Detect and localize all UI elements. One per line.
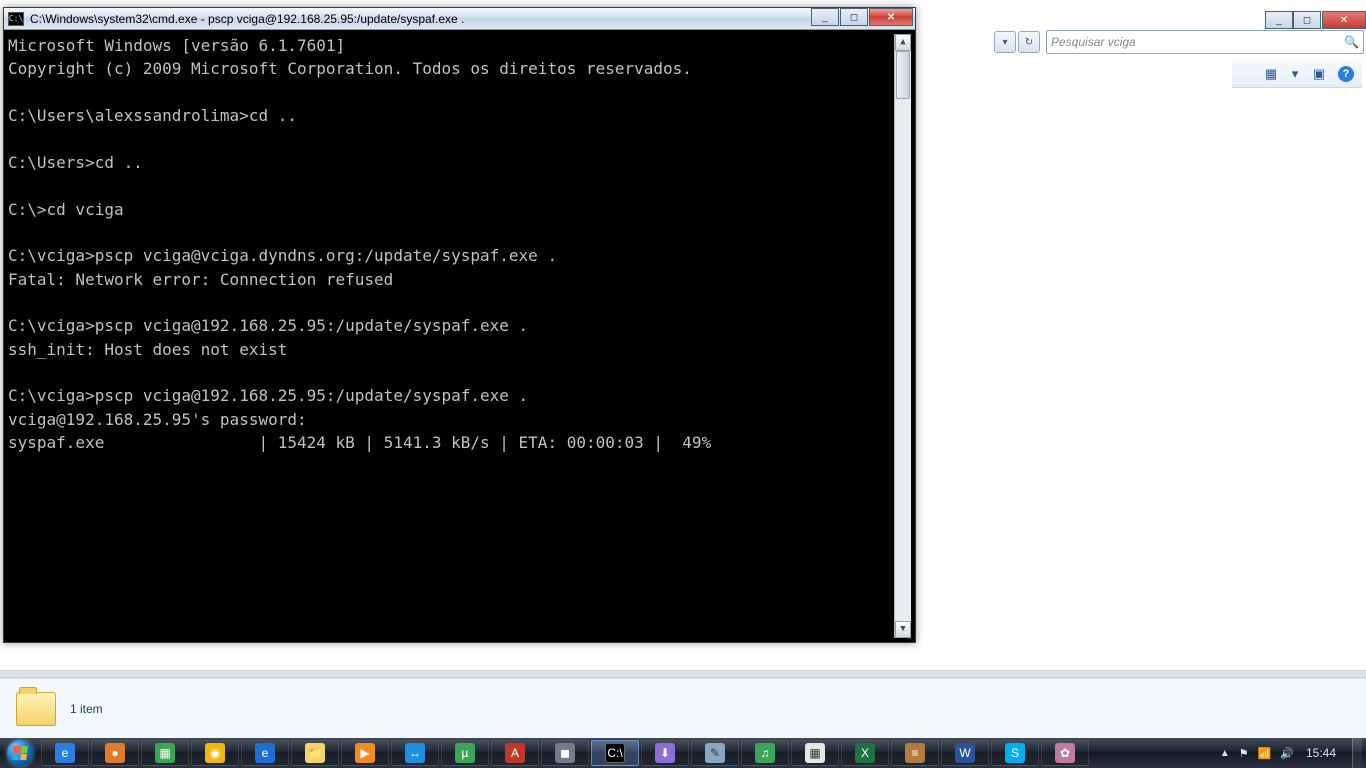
bg-close-button[interactable]: ✕: [1322, 11, 1366, 29]
cmd-client-area[interactable]: Microsoft Windows [versão 6.1.7601] Copy…: [4, 30, 915, 642]
sk-icon: S: [1005, 743, 1025, 763]
volume-icon[interactable]: 🔊: [1280, 747, 1294, 760]
explorer-address-toolbar: ▾ ↻ Pesquisar vciga 🔍: [994, 28, 1364, 56]
scrollbar-down-button[interactable]: ▼: [895, 621, 911, 638]
wmc-icon: ▦: [155, 743, 175, 763]
tray-overflow-button[interactable]: ▲: [1220, 748, 1230, 759]
taskbar-item-ie2[interactable]: e: [241, 740, 289, 766]
search-icon: 🔍: [1344, 35, 1359, 49]
taskbar-item-dl[interactable]: ⬇: [641, 740, 689, 766]
explorer-splitter-h[interactable]: [0, 670, 1366, 678]
help-icon[interactable]: ?: [1338, 66, 1354, 82]
bg-maximize-button[interactable]: ◻: [1293, 11, 1321, 29]
explorer-search-input[interactable]: Pesquisar vciga 🔍: [1046, 30, 1364, 54]
explorer-nav-dropdown[interactable]: ▾: [994, 31, 1016, 53]
wd-icon: W: [955, 743, 975, 763]
explorer-refresh-button[interactable]: ↻: [1018, 31, 1040, 53]
ns-icon: ♫: [755, 743, 775, 763]
folder-icon: [16, 692, 56, 726]
start-button[interactable]: [0, 738, 40, 768]
windows-logo-icon: [12, 746, 27, 760]
ie2-icon: e: [255, 743, 275, 763]
taskbar-item-fld[interactable]: 📁: [291, 740, 339, 766]
system-tray: ▲ ⚑ 📶 🔊 15:44: [1216, 738, 1366, 768]
action-center-icon[interactable]: ⚑: [1239, 747, 1249, 760]
cmd-system-menu-icon[interactable]: C:\: [8, 12, 24, 26]
view-options-icon[interactable]: ▦: [1262, 65, 1280, 83]
cal-icon: ▦: [805, 743, 825, 763]
taskbar-item-cal[interactable]: ▦: [791, 740, 839, 766]
taskbar-item-ns[interactable]: ♫: [741, 740, 789, 766]
taskbar-item-wmp[interactable]: ▶: [341, 740, 389, 766]
tray-clock[interactable]: 15:44: [1303, 746, 1339, 760]
cmd-minimize-button[interactable]: _: [811, 8, 839, 26]
taskbar: e ● ▦ ◉ e 📁 ▶ ↔ µ A ◼ C:\ ⬇ ✎ ♫ ▦ X ≡ W S ✿ ▲ ⚑ 📶 🔊 15:44: [0, 738, 1366, 768]
cmd-close-button[interactable]: ✕: [869, 8, 913, 26]
taskbar-item-db[interactable]: ≡: [891, 740, 939, 766]
xl-icon: X: [855, 743, 875, 763]
gen-icon: ◼: [555, 743, 575, 763]
taskbar-item-ar[interactable]: A: [491, 740, 539, 766]
network-icon[interactable]: 📶: [1258, 747, 1272, 760]
pt-icon: ✿: [1055, 743, 1075, 763]
ff-icon: ●: [105, 743, 125, 763]
scrollbar-track[interactable]: [895, 51, 911, 621]
explorer-view-toolbar: ▦ ▾ ▣ ?: [1232, 60, 1362, 88]
explorer-details-pane: 1 item: [0, 678, 1366, 738]
taskbar-item-gen[interactable]: ◼: [541, 740, 589, 766]
dl-icon: ⬇: [655, 743, 675, 763]
taskbar-item-cmd[interactable]: C:\: [591, 740, 639, 766]
taskbar-item-ut[interactable]: µ: [441, 740, 489, 766]
taskbar-item-wmc[interactable]: ▦: [141, 740, 189, 766]
taskbar-item-sk[interactable]: S: [991, 740, 1039, 766]
cmd-title-text: C:\Windows\system32\cmd.exe - pscp vciga…: [30, 12, 464, 26]
taskbar-item-pt[interactable]: ✿: [1041, 740, 1089, 766]
np-icon: ✎: [705, 743, 725, 763]
cmd-maximize-button[interactable]: ◻: [840, 8, 868, 26]
item-count-label: 1 item: [70, 702, 103, 716]
view-options-dropdown[interactable]: ▾: [1290, 65, 1300, 83]
ch-icon: ◉: [205, 743, 225, 763]
wmp-icon: ▶: [355, 743, 375, 763]
taskbar-item-np[interactable]: ✎: [691, 740, 739, 766]
cmd-titlebar[interactable]: C:\ C:\Windows\system32\cmd.exe - pscp v…: [4, 8, 915, 30]
taskbar-item-ie[interactable]: e: [41, 740, 89, 766]
cmd-scrollbar[interactable]: ▲ ▼: [894, 34, 911, 638]
scrollbar-up-button[interactable]: ▲: [895, 34, 911, 51]
taskbar-item-ch[interactable]: ◉: [191, 740, 239, 766]
fld-icon: 📁: [305, 743, 325, 763]
cmd-icon: C:\: [605, 743, 625, 763]
ar-icon: A: [505, 743, 525, 763]
explorer-content-pane[interactable]: [916, 88, 1366, 650]
ut-icon: µ: [455, 743, 475, 763]
bg-minimize-button[interactable]: _: [1265, 11, 1293, 29]
taskbar-item-tv[interactable]: ↔: [391, 740, 439, 766]
scrollbar-thumb[interactable]: [896, 51, 910, 99]
taskbar-item-xl[interactable]: X: [841, 740, 889, 766]
tv-icon: ↔: [405, 743, 425, 763]
taskbar-item-ff[interactable]: ●: [91, 740, 139, 766]
show-desktop-button[interactable]: [1352, 738, 1362, 768]
explorer-search-placeholder: Pesquisar vciga: [1051, 35, 1136, 49]
ie-icon: e: [55, 743, 75, 763]
cmd-output[interactable]: Microsoft Windows [versão 6.1.7601] Copy…: [8, 34, 894, 638]
preview-pane-icon[interactable]: ▣: [1310, 65, 1328, 83]
cmd-window: C:\ C:\Windows\system32\cmd.exe - pscp v…: [3, 7, 916, 643]
taskbar-item-wd[interactable]: W: [941, 740, 989, 766]
taskbar-items: e ● ▦ ◉ e 📁 ▶ ↔ µ A ◼ C:\ ⬇ ✎ ♫ ▦ X ≡ W S ✿: [40, 738, 1090, 768]
db-icon: ≡: [905, 743, 925, 763]
